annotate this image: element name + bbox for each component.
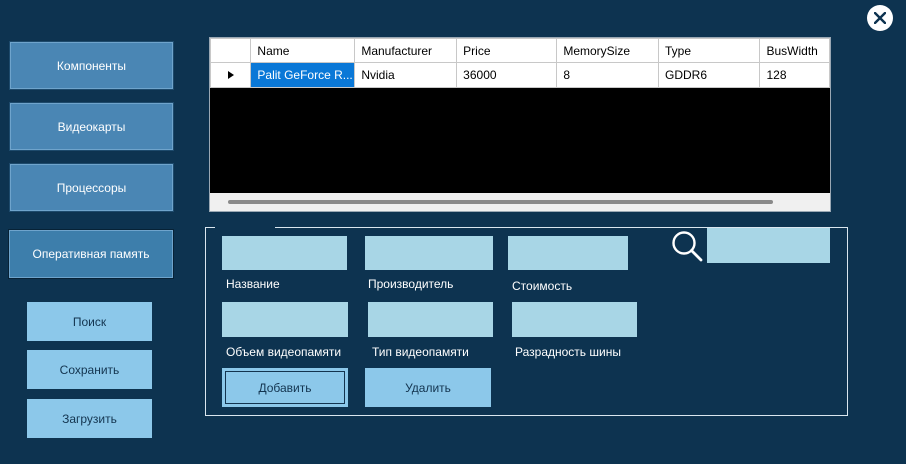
- close-button[interactable]: [867, 5, 893, 31]
- nav-gpus-button[interactable]: Видеокарты: [9, 102, 174, 151]
- column-header-buswidth[interactable]: BusWidth: [759, 38, 830, 63]
- save-button[interactable]: Сохранить: [27, 350, 152, 389]
- name-field[interactable]: [222, 236, 347, 270]
- add-button[interactable]: Добавить: [222, 368, 348, 407]
- price-label: Стоимость: [512, 279, 573, 293]
- nav-ram-button[interactable]: Оперативная память: [8, 229, 174, 279]
- grid-table: Name Manufacturer Price MemorySize Type …: [210, 38, 830, 88]
- name-label: Название: [226, 277, 280, 291]
- grid-corner: [210, 38, 252, 63]
- manufacturer-label: Производитель: [368, 277, 454, 291]
- scrollbar-thumb[interactable]: [228, 200, 773, 204]
- column-header-price[interactable]: Price: [456, 38, 558, 63]
- search-input[interactable]: [707, 228, 830, 263]
- bus-width-label: Разрадность шины: [515, 345, 621, 359]
- row-header[interactable]: [210, 62, 252, 88]
- price-field[interactable]: [508, 236, 628, 270]
- memory-type-label: Тип видеопамяти: [372, 345, 469, 359]
- column-header-memorysize[interactable]: MemorySize: [556, 38, 659, 63]
- cell-manufacturer[interactable]: Nvidia: [354, 62, 458, 88]
- memory-type-field[interactable]: [368, 302, 493, 337]
- cell-memorysize[interactable]: 8: [556, 62, 659, 88]
- search-button[interactable]: Поиск: [27, 302, 152, 341]
- cell-price[interactable]: 36000: [456, 62, 558, 88]
- column-header-type[interactable]: Type: [657, 38, 761, 63]
- cell-type[interactable]: GDDR6: [657, 62, 761, 88]
- memory-size-label: Объем видеопамяти: [226, 345, 342, 359]
- current-row-arrow-icon: [227, 71, 234, 79]
- memory-size-field[interactable]: [222, 302, 348, 337]
- grid-header-row: Name Manufacturer Price MemorySize Type …: [210, 38, 830, 63]
- search-icon: [670, 229, 704, 263]
- data-grid[interactable]: Name Manufacturer Price MemorySize Type …: [209, 37, 831, 212]
- column-header-name[interactable]: Name: [250, 38, 356, 63]
- bus-width-field[interactable]: [512, 302, 637, 337]
- close-icon: [874, 12, 886, 24]
- cell-name[interactable]: Palit GeForce R...: [250, 62, 356, 88]
- nav-cpus-button[interactable]: Процессоры: [9, 163, 174, 212]
- table-row[interactable]: Palit GeForce R... Nvidia 36000 8 GDDR6 …: [210, 62, 830, 88]
- nav-components-button[interactable]: Компоненты: [9, 41, 174, 90]
- manufacturer-field[interactable]: [365, 236, 493, 270]
- column-header-manufacturer[interactable]: Manufacturer: [354, 38, 458, 63]
- horizontal-scrollbar[interactable]: [210, 193, 830, 211]
- cell-buswidth[interactable]: 128: [759, 62, 830, 88]
- panel-border-gap: [215, 226, 275, 229]
- load-button[interactable]: Загрузить: [27, 399, 152, 438]
- delete-button[interactable]: Удалить: [365, 368, 491, 407]
